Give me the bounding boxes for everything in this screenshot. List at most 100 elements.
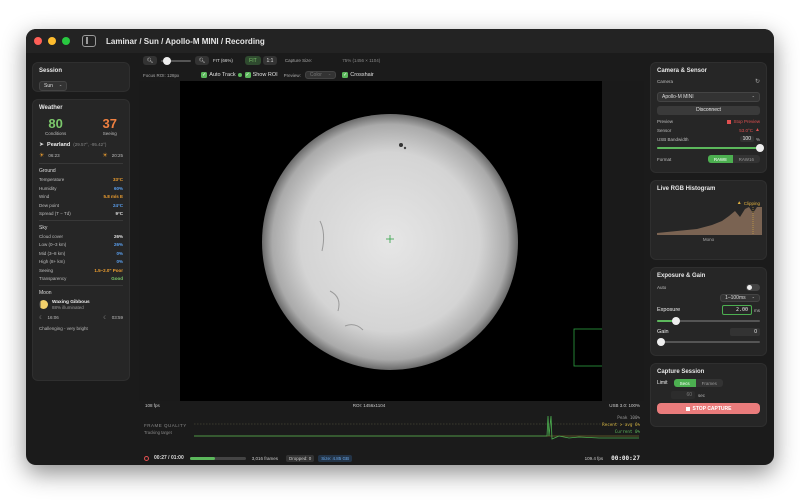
minimize-window-button[interactable] xyxy=(48,37,56,45)
session-target-select[interactable]: Sun ⌃ xyxy=(39,81,68,91)
ground-list: Temperature 33°C Humidity 60% Wind 5.8 m/s E D… xyxy=(39,177,123,216)
ground-label: Dew point xyxy=(39,202,60,208)
moonset-icon: ☾ xyxy=(103,314,108,321)
status-bar: 108 fps ROI: 1456x1104 USB 3.0: 100% xyxy=(139,401,644,410)
session-target-value: Sun xyxy=(44,83,53,89)
sky-row: Transparency Good xyxy=(39,276,123,281)
disconnect-button[interactable]: Disconnect xyxy=(657,106,760,115)
moon-illumination: 88% illuminated xyxy=(52,304,84,310)
auto-track-checkbox[interactable]: ✓ xyxy=(201,72,208,78)
clipping-label: Clipping xyxy=(743,200,760,206)
sidebar-toggle-icon[interactable] xyxy=(82,35,96,47)
sky-label: Seeing xyxy=(39,267,54,273)
zoom-out-icon: 🔍︎ xyxy=(146,57,154,64)
location-coords: (29.57°, -95.42°) xyxy=(73,142,107,147)
exposure-knob[interactable] xyxy=(671,317,680,325)
exposure-gain-title: Exposure & Gain xyxy=(657,273,706,279)
exposure-range-select[interactable]: 1–100ms ⌃ xyxy=(720,294,760,302)
chevron-updown-icon: ⌃ xyxy=(327,72,332,78)
fps-readout: 108 fps xyxy=(145,403,160,408)
auto-label: Auto xyxy=(657,285,667,290)
one-to-one-button[interactable]: 1:1 xyxy=(262,56,277,65)
limit-unit: sec xyxy=(698,392,706,398)
sky-label: Transparency xyxy=(39,276,67,281)
frame-quality-graph xyxy=(194,415,639,440)
preview-label: Preview xyxy=(657,119,674,124)
preview-mode-select[interactable]: Color ⌃ xyxy=(304,71,337,79)
usb-bandwidth-field[interactable]: 100 xyxy=(739,136,754,142)
sky-row: Mid (3–8 km) 0% xyxy=(39,251,123,256)
zoom-in-button[interactable]: 🔍︎ xyxy=(195,56,209,65)
stop-capture-button[interactable]: STOP CAPTURE xyxy=(657,403,760,414)
gain-slider[interactable] xyxy=(657,338,760,346)
ground-row: Wind 5.8 m/s E xyxy=(39,194,123,199)
limit-segmented[interactable]: Secs Frames xyxy=(673,379,723,387)
image-viewer[interactable] xyxy=(139,81,644,401)
stop-icon xyxy=(727,119,732,124)
usb-bandwidth-fill xyxy=(657,147,760,149)
ground-label: Spread (T − Td) xyxy=(39,211,71,216)
format-segmented[interactable]: RAW8 RAW16 xyxy=(707,155,760,163)
moon-phase-icon xyxy=(39,300,48,309)
live-image-area[interactable] xyxy=(180,81,612,401)
zoom-out-button[interactable]: 🔍︎ xyxy=(143,56,157,65)
sky-row: Seeing 1.5–2.0" Poor xyxy=(39,268,123,273)
camera-select[interactable]: Apollo-M MINI ⌃ xyxy=(657,92,760,102)
usb-bandwidth-slider[interactable] xyxy=(657,144,764,152)
location-arrow-icon: ➤ xyxy=(39,142,45,148)
exposure-value-field[interactable]: 2.00 xyxy=(722,305,752,315)
sensor-label: Sensor xyxy=(657,127,672,133)
dropped-badge: Dropped: 0 xyxy=(286,454,315,462)
limit-frames-option[interactable]: Frames xyxy=(696,379,723,387)
camera-value: Apollo-M MINI xyxy=(662,94,694,100)
auto-exposure-toggle[interactable] xyxy=(746,284,760,291)
sky-value: 1.5–2.0" Poor xyxy=(94,267,123,273)
sky-label: Low (0–3 km) xyxy=(39,242,67,247)
seeing-label: Seeing xyxy=(102,131,117,136)
frame-quality-panel: FRAME QUALITY Tracking target Peak 100% … xyxy=(139,412,644,450)
crosshair-checkbox[interactable]: ✓ xyxy=(342,72,349,78)
format-label: Format xyxy=(657,156,672,162)
sky-value: Good xyxy=(111,276,123,281)
sunrise-icon: ☀ xyxy=(39,153,45,159)
zoom-window-button[interactable] xyxy=(62,37,70,45)
exposure-label: Exposure xyxy=(657,307,681,313)
ground-row: Humidity 60% xyxy=(39,186,123,191)
exposure-slider[interactable] xyxy=(657,317,760,325)
format-raw16-option[interactable]: RAW16 xyxy=(733,155,760,163)
format-raw8-option[interactable]: RAW8 xyxy=(707,155,733,163)
app-window: Laminar / Sun / Apollo-M MINI / Recordin… xyxy=(26,29,774,465)
gain-knob[interactable] xyxy=(657,338,665,346)
capture-session-panel: Capture Session Limit Secs Frames 60 sec… xyxy=(650,363,767,427)
show-roi-checkbox[interactable]: ✓ xyxy=(244,72,251,78)
usb-unit: % xyxy=(755,136,760,142)
crosshair-label: Crosshair xyxy=(350,72,374,78)
histogram-panel: Live RGB Histogram ▲ Clipping Mono xyxy=(650,180,767,260)
fit-zoom-label: FIT (66%) xyxy=(213,58,233,63)
recording-indicator-icon xyxy=(144,455,149,461)
ground-value: 60% xyxy=(113,185,123,191)
limit-secs-option[interactable]: Secs xyxy=(673,379,696,387)
auto-track-status-dot xyxy=(237,73,242,77)
peak-readout: Peak 100% xyxy=(617,415,640,420)
view-toolbar: 🔍︎ 🔍︎ FIT (66%) FIT 1:1 Capture Size: 75… xyxy=(139,53,644,68)
fit-button[interactable]: FIT xyxy=(244,56,261,65)
zoom-slider[interactable] xyxy=(161,56,191,65)
close-window-button[interactable] xyxy=(34,37,42,45)
usb-bandwidth-knob[interactable] xyxy=(756,144,764,152)
exposure-range-value: 1–100ms xyxy=(725,295,746,301)
sunset-time: 20:25 xyxy=(111,153,123,158)
limit-value-field[interactable]: 60 xyxy=(671,391,695,399)
recent-readout: Recent > avg 6% xyxy=(602,422,640,427)
gain-value-field[interactable]: 0 xyxy=(730,328,760,336)
refresh-icon[interactable]: ↻ xyxy=(755,78,760,85)
ground-section-title: Ground xyxy=(39,168,56,174)
current-readout: Current 0% xyxy=(614,429,640,434)
chevron-updown-icon: ⌃ xyxy=(58,83,63,89)
camera-label: Camera xyxy=(657,79,674,84)
recording-progress-bar xyxy=(189,456,246,460)
stop-preview-button[interactable]: Stop Preview xyxy=(727,119,760,124)
capture-size-select[interactable]: 75% (1456 × 1104) xyxy=(342,58,380,63)
moonrise-icon: ☾ xyxy=(39,314,44,321)
zoom-slider-knob[interactable] xyxy=(163,56,171,65)
